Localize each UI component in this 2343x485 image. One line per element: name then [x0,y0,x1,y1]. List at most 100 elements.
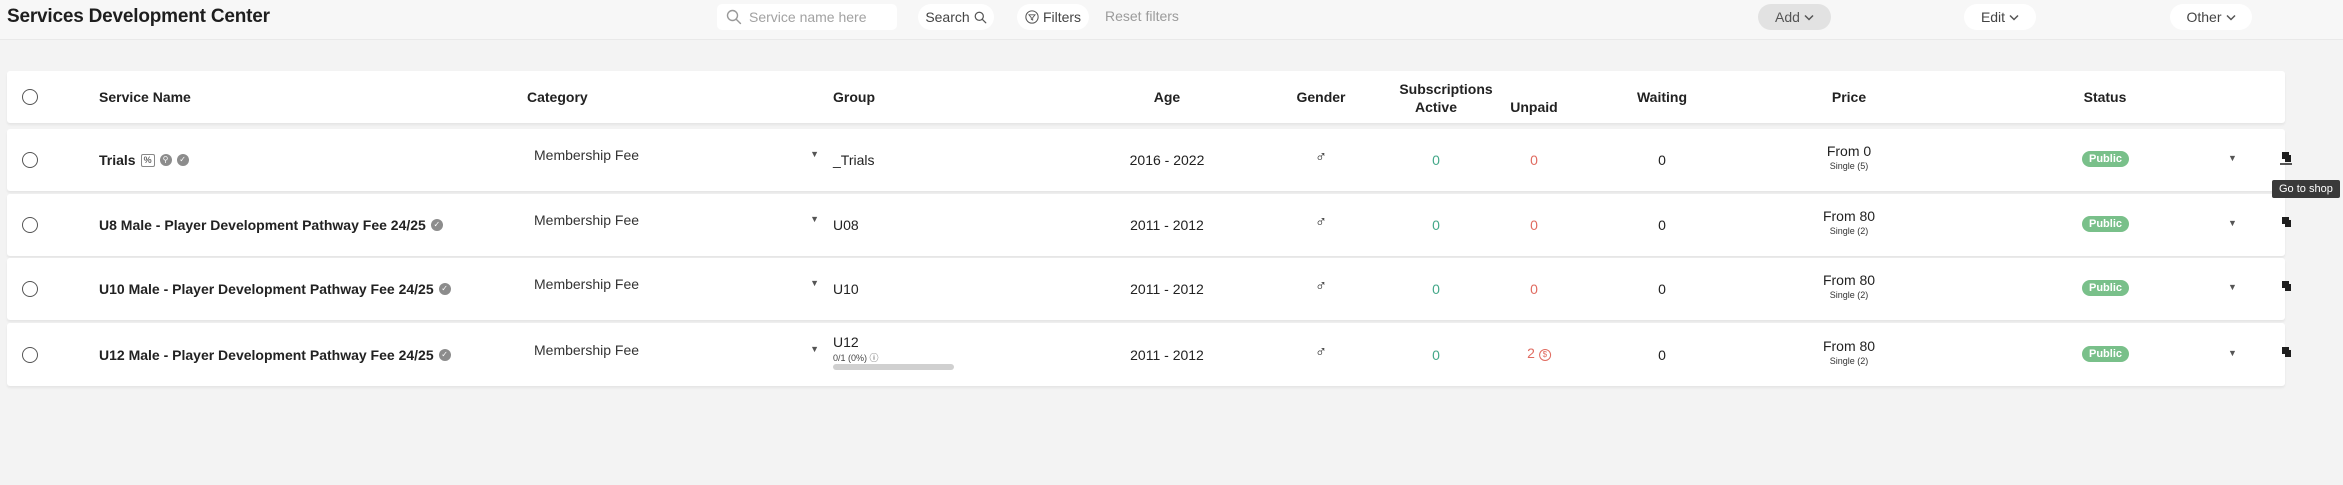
col-price[interactable]: Price [1832,89,1866,105]
chevron-down-icon: ▼ [810,214,819,224]
group-capacity-text: 0/1 (0%) [833,353,868,363]
service-name[interactable]: Trials % ⚲ ✓ [99,152,189,168]
active-count[interactable]: 0 [1432,347,1440,363]
unpaid-count: 2 [1527,345,1535,361]
top-bar: Services Development Center Search Filte… [0,0,2343,40]
price-cell: From 0 Single (5) [1827,143,1871,171]
capacity-progress-bar [833,364,954,370]
percent-badge: % [140,153,155,167]
chevron-down-icon: ▼ [810,278,819,288]
row-select-radio[interactable] [22,347,38,363]
service-name[interactable]: U10 Male - Player Development Pathway Fe… [99,281,451,297]
unpaid-cell[interactable]: 2 $ [1527,345,1551,361]
filters-button[interactable]: Filters [1017,4,1089,30]
category-value: Membership Fee [534,212,640,228]
price-value: From 0 [1826,143,1872,159]
table-row[interactable]: U10 Male - Player Development Pathway Fe… [7,258,2291,320]
unpaid-count[interactable]: 0 [1530,217,1538,233]
waiting-count: 0 [1658,152,1666,168]
status-dropdown[interactable]: ▼ [2228,218,2237,228]
edit-button[interactable]: Edit [1964,4,2036,30]
male-icon: ♂ [1315,214,1327,231]
row-select-radio[interactable] [22,281,38,297]
table-row[interactable]: Trials % ⚲ ✓ Membership Fee ▼ _Trials 20… [7,129,2292,191]
col-waiting[interactable]: Waiting [1637,89,1687,105]
male-icon: ♂ [1315,344,1327,361]
col-active[interactable]: Active [1415,99,1457,115]
active-count[interactable]: 0 [1432,281,1440,297]
search-box[interactable] [717,4,897,30]
reset-filters-button[interactable]: Reset filters [1105,8,1179,24]
other-button[interactable]: Other [2170,4,2252,30]
col-gender[interactable]: Gender [1296,89,1345,105]
price-option-count: Single (5) [1829,161,1869,171]
group-value: _Trials [833,152,875,168]
male-icon: ♂ [1315,278,1327,295]
search-button[interactable]: Search [918,4,994,30]
col-status[interactable]: Status [2084,89,2127,105]
search-button-label: Search [925,9,970,25]
go-to-shop-icon[interactable] [2279,279,2293,295]
status-badge: Public [2082,280,2130,296]
verified-check-icon: ✓ [176,154,189,166]
status-dropdown[interactable]: ▼ [2228,153,2237,163]
row-select-radio[interactable] [22,217,38,233]
price-value: From 80 [1822,272,1876,288]
search-input[interactable] [749,9,889,25]
price-value: From 80 [1822,338,1876,354]
col-category[interactable]: Category [527,89,588,105]
chevron-down-icon [2009,14,2019,21]
verified-check-icon: ✓ [438,349,451,361]
col-group[interactable]: Group [833,89,875,105]
go-to-shop-tooltip: Go to shop [2272,180,2340,198]
table-row[interactable]: U12 Male - Player Development Pathway Fe… [7,323,2291,386]
category-value: Membership Fee [534,276,640,292]
col-unpaid[interactable]: Unpaid [1510,99,1557,115]
price-option-count: Single (2) [1829,356,1869,366]
category-select[interactable]: Membership Fee ▼ [534,342,819,358]
unpaid-count[interactable]: 0 [1530,281,1538,297]
go-to-shop-icon[interactable] [2279,150,2293,166]
category-select[interactable]: Membership Fee ▼ [534,147,819,163]
add-button[interactable]: Add [1758,4,1831,30]
chevron-down-icon [2225,14,2236,21]
unpaid-count[interactable]: 0 [1530,152,1538,168]
category-select[interactable]: Membership Fee ▼ [534,212,819,228]
search-icon [726,9,742,25]
select-all-radio[interactable] [22,89,38,105]
category-value: Membership Fee [534,147,640,163]
go-to-shop-icon[interactable] [2279,345,2293,361]
verified-check-icon: ✓ [438,283,451,295]
service-name[interactable]: U8 Male - Player Development Pathway Fee… [99,217,443,233]
category-select[interactable]: Membership Fee ▼ [534,276,819,292]
status-dropdown[interactable]: ▼ [2228,282,2237,292]
table-row[interactable]: U8 Male - Player Development Pathway Fee… [7,194,2291,256]
dollar-icon: $ [1538,349,1551,361]
col-service-name[interactable]: Service Name [99,89,191,105]
status-dropdown[interactable]: ▼ [2228,348,2237,358]
age-range: 2011 - 2012 [1130,217,1204,233]
group-value: U12 [833,334,859,350]
filters-button-label: Filters [1042,9,1082,25]
male-icon: ♂ [1315,149,1327,166]
price-cell: From 80 Single (2) [1823,208,1875,236]
waiting-count: 0 [1658,347,1666,363]
age-range: 2011 - 2012 [1130,281,1204,297]
col-age[interactable]: Age [1154,89,1180,105]
other-button-label: Other [2186,9,2222,25]
chevron-down-icon: ▼ [810,149,819,159]
age-range: 2011 - 2012 [1130,347,1204,363]
status-badge: Public [2082,151,2130,167]
group-capacity: 0/1 (0%) ⓘ [833,351,879,364]
active-count[interactable]: 0 [1432,152,1440,168]
info-icon: ⓘ [869,353,879,363]
service-name-text: U12 Male - Player Development Pathway Fe… [99,347,434,363]
row-select-radio[interactable] [22,152,38,168]
edit-button-label: Edit [1980,9,2006,25]
price-cell: From 80 Single (2) [1823,338,1875,366]
service-name[interactable]: U12 Male - Player Development Pathway Fe… [99,347,451,363]
price-cell: From 80 Single (2) [1823,272,1875,300]
go-to-shop-icon[interactable] [2279,215,2293,231]
add-button-label: Add [1775,9,1800,25]
active-count[interactable]: 0 [1432,217,1440,233]
